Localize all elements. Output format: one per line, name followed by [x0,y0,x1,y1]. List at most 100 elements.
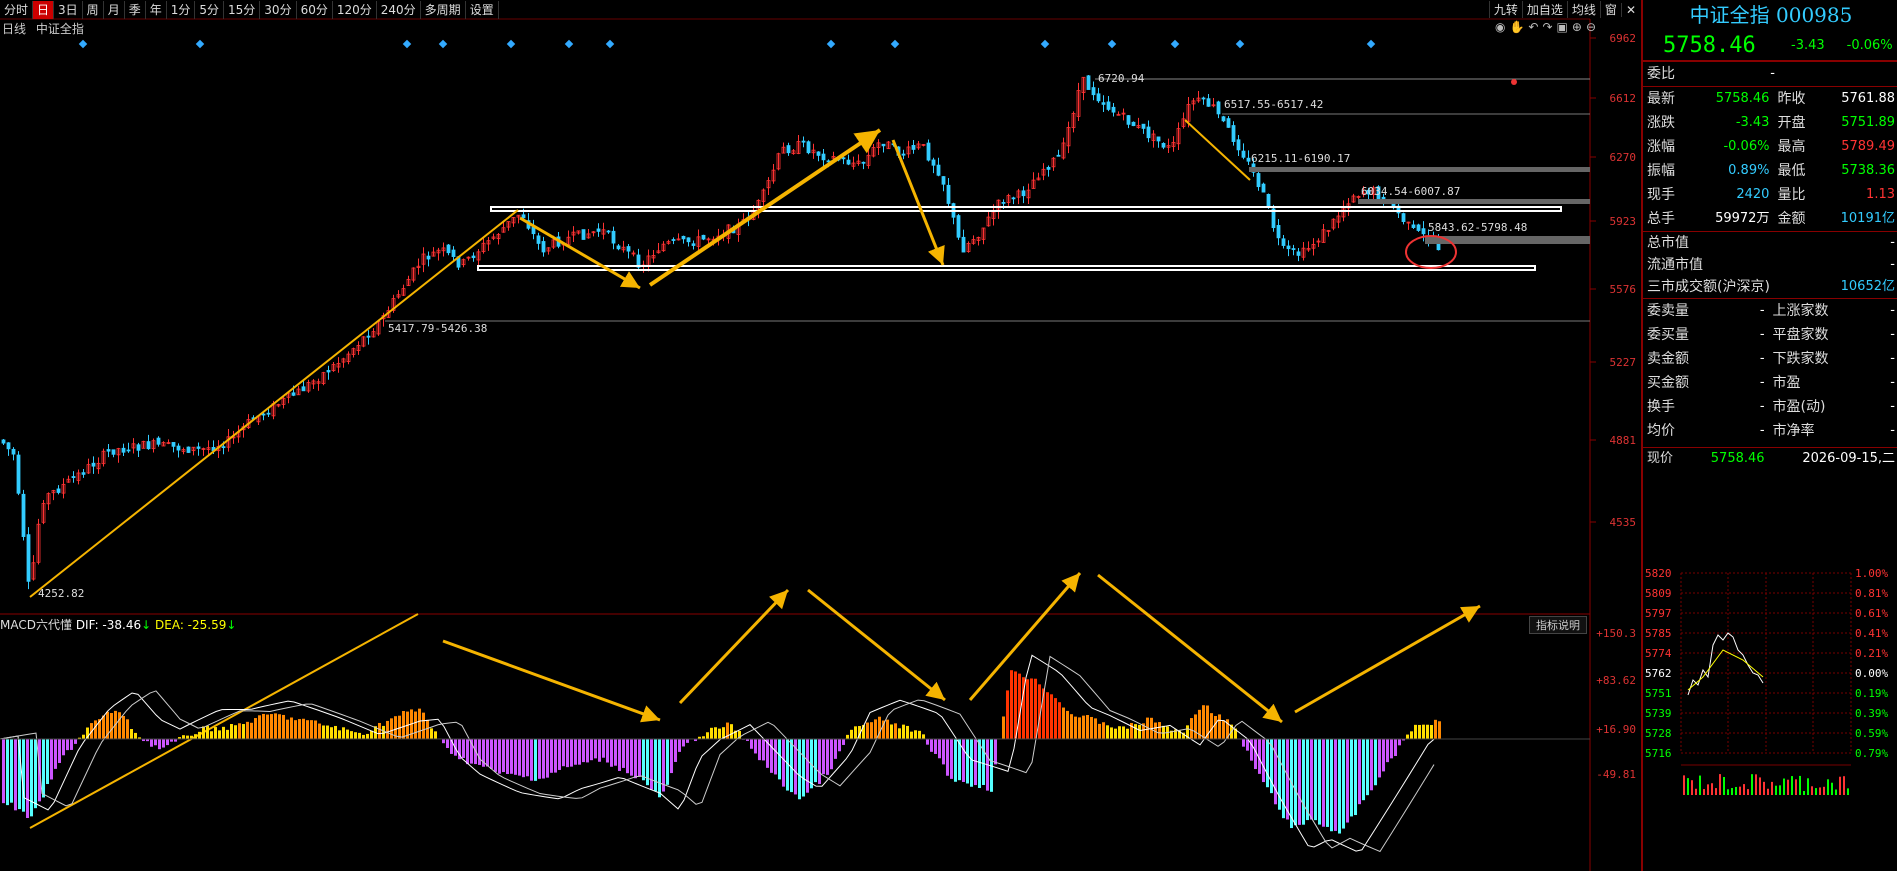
period-tab-6[interactable]: 年 [146,0,167,19]
candle-body [1266,193,1271,208]
stats-row: 总手 59972万 金额 10191亿 [1643,207,1897,231]
trend-arrow [891,139,945,266]
macd-bar-pos [1218,714,1221,739]
mini-vol-bar [1839,776,1841,795]
macd-bar-pos [250,722,253,739]
candle-body [816,151,821,156]
period-tab-8[interactable]: 5分 [195,0,225,19]
period-tab-11[interactable]: 60分 [297,0,333,19]
eye-icon[interactable]: ◉ [1495,20,1509,34]
macd-bar-pos [1034,678,1037,739]
zoom-out-icon[interactable]: ⊖ [1586,20,1600,34]
level-annotation: 6034.54-6007.87 [1361,185,1461,198]
macd-bar-pos [234,725,237,739]
stat-label: 量比 [1777,187,1806,203]
period-tab-10[interactable]: 30分 [260,0,297,19]
macd-bar-pos [1106,725,1109,739]
macd-bar-neg [926,739,929,745]
period-tab-14[interactable]: 多周期 [421,0,466,19]
candle-body [266,412,271,415]
period-tab-13[interactable]: 240分 [377,0,421,19]
macd-bar-pos [1102,722,1105,739]
candle-body [801,140,806,143]
stat-value: 59972万 [1715,211,1770,226]
stats-row: 涨跌 -3.43 开盘 5751.89 [1643,111,1897,135]
period-tab-5[interactable]: 季 [125,0,146,19]
macd-bar-neg [1358,739,1361,805]
toolbar-right-item-2[interactable]: 均线 [1566,1,1600,18]
period-tab-1[interactable]: 日 [33,0,55,19]
zoom-in-icon[interactable]: ⊕ [1572,20,1586,34]
extra-label: 卖金额 [1647,351,1689,367]
candle-body [261,413,266,416]
mini-vol-bar [1739,786,1741,795]
toolbar-right-item-0[interactable]: 九转 [1488,1,1522,18]
market-row: 三市成交额(沪深京) 10652亿 [1643,276,1897,298]
market-row: 总市值 - [1643,232,1897,254]
period-tab-4[interactable]: 月 [104,0,125,19]
macd-bar-pos [1110,727,1113,739]
candle-body [1216,101,1221,115]
macd-bar-pos [1090,716,1093,739]
macd-bar-neg [154,739,157,746]
mini-vol-bar [1791,776,1793,795]
candle-body [291,392,296,396]
candle-body [446,244,451,254]
stat-label: 总手 [1647,211,1675,227]
chart-tool-icons[interactable]: ◉✋↶↷▣⊕⊖ [1495,20,1600,34]
period-tab-12[interactable]: 120分 [333,0,377,19]
macd-bar-pos [1222,720,1225,739]
macd-bar-neg [506,739,509,775]
toolbar-right-item-3[interactable]: 窗 [1599,1,1621,18]
macd-bar-neg [566,739,569,768]
hand-icon[interactable]: ✋ [1509,20,1528,34]
kline-chart-canvas[interactable] [0,0,1640,871]
period-tab-0[interactable]: 分时 [0,0,34,19]
macd-bar-pos [1046,692,1049,739]
signal-marker [1170,39,1180,49]
mini-vol-bar [1847,788,1849,795]
macd-bar-neg [798,739,801,800]
macd-bar-pos [1190,718,1193,739]
period-tab-9[interactable]: 15分 [224,0,261,19]
weibi-row: 委比 - [1643,61,1897,86]
extra-label: 市盈(动) [1772,399,1826,415]
macd-bar-pos [426,719,429,739]
macd-bar-neg [1322,739,1325,827]
macd-bar-pos [1086,715,1089,739]
signal-marker [826,39,836,49]
stats-row: 现手 2420 量比 1.13 [1643,183,1897,207]
macd-y-label: +150.3 [1596,627,1636,640]
macd-bar-neg [834,739,837,759]
macd-bar-pos [1010,670,1013,739]
weibi-label: 委比 [1647,66,1675,82]
level-band [1358,199,1590,204]
trend-arrow [1097,573,1283,724]
toolbar-right-item-1[interactable]: 加自选 [1521,1,1567,18]
macd-bar-neg [814,739,817,783]
kline-chart-area[interactable]: 分时日 3日周月季年 1分 5分 15分 30分 60分 120分 240分 多周期 设置 九转 加自… [0,0,1640,871]
macd-bar-pos [82,734,85,739]
macd-bar-pos [430,728,433,739]
macd-bar-pos [110,713,113,739]
lock-icon[interactable]: ▣ [1557,20,1572,34]
macd-bar-pos [1050,694,1053,739]
intraday-mini-chart[interactable]: 5820 1.00% 5809 0.81% 5797 0.61% 5785 0.41% 5774… [1643,565,1897,871]
period-tab-2[interactable]: 3日 [54,0,83,19]
toolbar-right-item-4[interactable]: ✕ [1620,2,1640,17]
undo-icon[interactable]: ↶ [1528,20,1542,34]
mini-y-left: 5716 [1645,747,1672,760]
period-tab-15[interactable]: 设置 [466,0,499,19]
period-tab-7[interactable]: 1分 [167,0,196,19]
indicator-help-button[interactable]: 指标说明 [1529,616,1587,634]
macd-bar-neg [30,739,33,817]
stat-label: 最高 [1777,139,1806,155]
mini-vol-bar [1807,778,1809,795]
candle-body [126,449,131,452]
mini-vol-bar [1727,789,1729,795]
period-tab-3[interactable]: 周 [83,0,104,19]
macd-bar-neg [778,739,781,780]
redo-icon[interactable]: ↷ [1542,20,1556,34]
macd-title: MACD六代懂 DIF: -38.46↓ DEA: -25.59↓ [0,618,237,632]
mini-vol-bar [1799,775,1801,795]
